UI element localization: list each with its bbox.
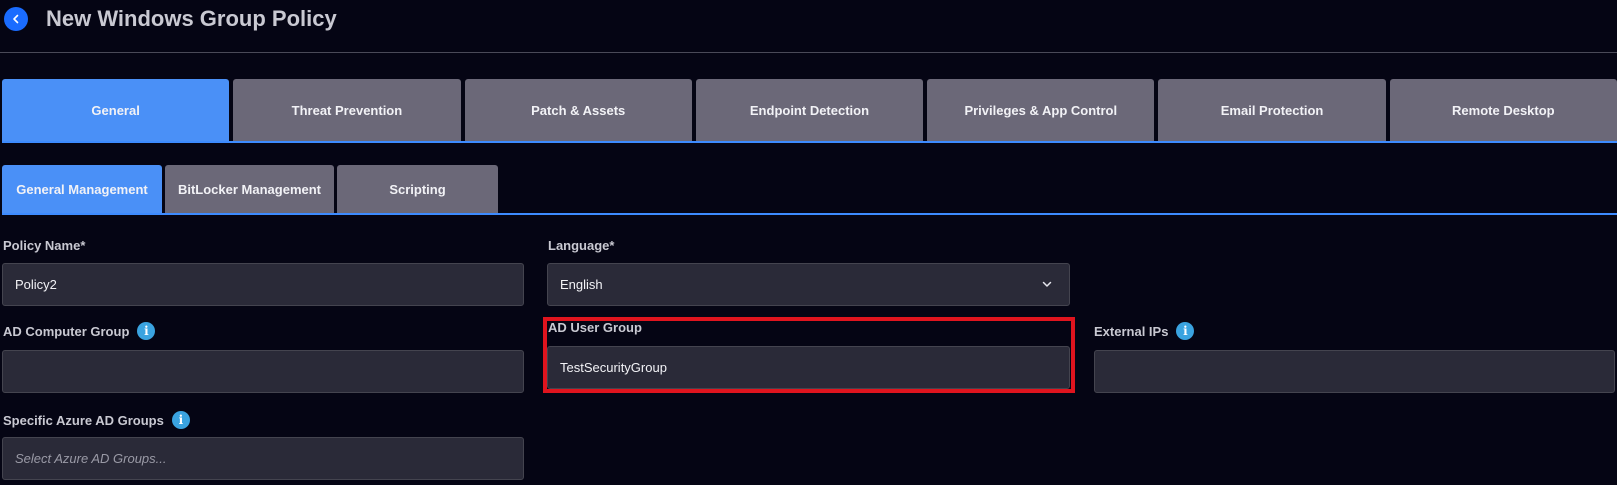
policy-name-label: Policy Name* <box>3 238 85 253</box>
language-select[interactable]: English <box>547 263 1070 306</box>
ad-computer-group-label-text: AD Computer Group <box>3 323 130 339</box>
page-title: New Windows Group Policy <box>46 6 337 31</box>
tab-general[interactable]: General <box>2 79 230 141</box>
ad-computer-group-label: AD Computer Group i <box>3 322 156 340</box>
main-tab-bar: General Threat Prevention Patch & Assets… <box>2 79 1617 143</box>
external-ips-label-text: External IPs <box>1094 323 1169 339</box>
language-label: Language* <box>548 238 614 253</box>
subtab-scripting[interactable]: Scripting <box>337 165 498 213</box>
policy-name-label-text: Policy Name* <box>3 238 86 253</box>
azure-ad-groups-select[interactable]: Select Azure AD Groups... <box>2 437 524 480</box>
info-icon[interactable]: i <box>1176 322 1195 340</box>
sub-tab-bar: General Management BitLocker Management … <box>2 165 1617 215</box>
external-ips-label: External IPs i <box>1094 322 1195 340</box>
subtab-bitlocker-management[interactable]: BitLocker Management <box>165 165 334 213</box>
subtab-general-management[interactable]: General Management <box>2 165 162 213</box>
tab-email-protection[interactable]: Email Protection <box>1158 79 1386 141</box>
info-icon[interactable]: i <box>171 411 190 429</box>
tab-endpoint-detection[interactable]: Endpoint Detection <box>695 79 924 141</box>
info-icon[interactable]: i <box>137 322 156 340</box>
chevron-down-icon <box>1042 281 1052 287</box>
language-label-text: Language* <box>548 238 615 253</box>
language-select-value: English <box>560 277 603 292</box>
azure-ad-groups-label-text: Specific Azure AD Groups <box>3 412 164 428</box>
tab-privileges-app-control[interactable]: Privileges & App Control <box>927 79 1155 141</box>
tab-remote-desktop[interactable]: Remote Desktop <box>1389 79 1617 141</box>
chevron-left-icon <box>13 14 19 24</box>
highlight-annotation <box>543 317 1075 393</box>
back-button[interactable] <box>4 7 28 31</box>
external-ips-input[interactable] <box>1094 350 1615 393</box>
tab-patch-assets[interactable]: Patch & Assets <box>464 79 692 141</box>
page-header: New Windows Group Policy <box>0 0 1617 53</box>
azure-ad-groups-label: Specific Azure AD Groups i <box>3 411 190 429</box>
tab-threat-prevention[interactable]: Threat Prevention <box>233 79 461 141</box>
ad-computer-group-input[interactable] <box>2 350 524 393</box>
policy-name-input[interactable]: Policy2 <box>2 263 524 306</box>
